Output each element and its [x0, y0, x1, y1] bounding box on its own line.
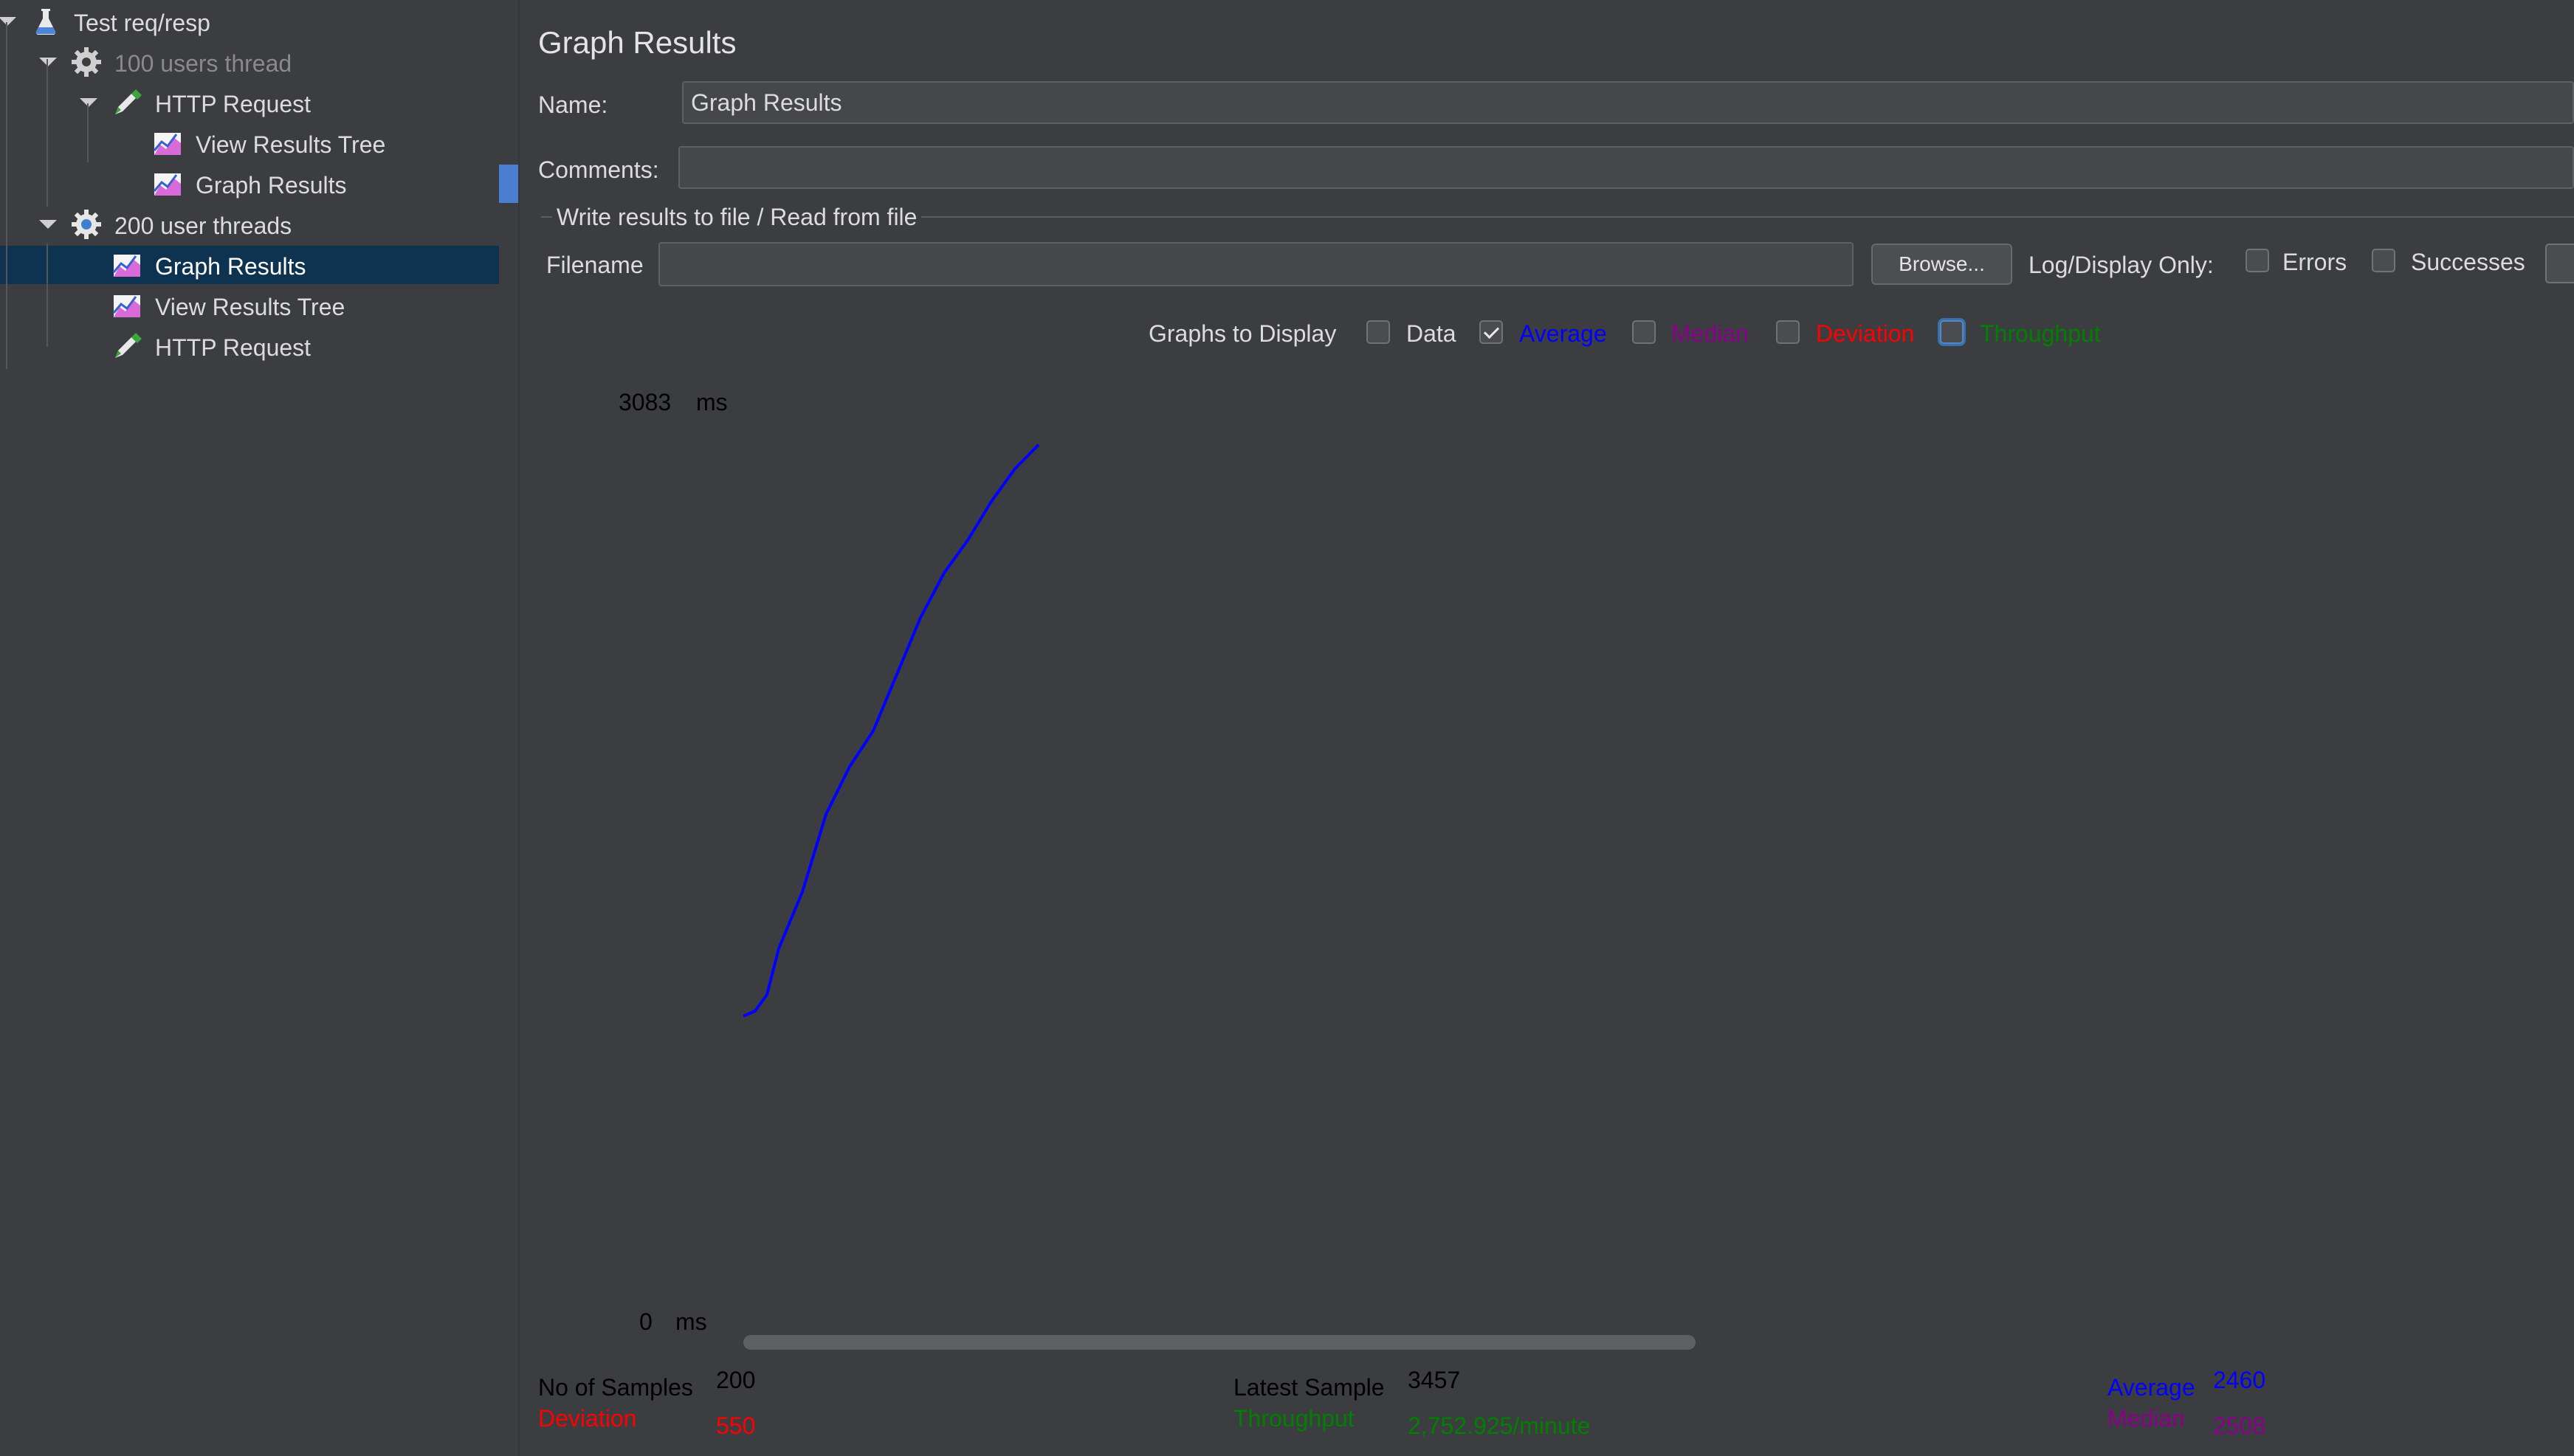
file-section-title: Write results to file / Read from file	[552, 204, 922, 231]
tree-item[interactable]: HTTP Request	[0, 327, 499, 365]
graph-option-checkbox[interactable]	[1632, 320, 1656, 344]
splitter[interactable]	[518, 0, 520, 1456]
successes-checkbox[interactable]	[2372, 249, 2395, 272]
comments-label: Comments:	[538, 156, 659, 183]
flask-icon	[30, 7, 62, 36]
tree-item-label: HTTP Request	[155, 334, 312, 361]
no-samples-value: 200	[716, 1367, 756, 1393]
tree-item-label: View Results Tree	[196, 131, 386, 158]
chart-scrollbar[interactable]	[743, 1335, 1696, 1350]
graphs-to-display-label: Graphs to Display	[1149, 320, 1337, 347]
expand-toggle-icon[interactable]	[0, 2, 21, 41]
tree-guide-line	[87, 103, 89, 162]
tree-item-label: 200 user threads	[114, 213, 292, 239]
tree-item[interactable]: View Results Tree	[0, 124, 499, 162]
tree-item-label: Graph Results	[155, 253, 306, 280]
graph-option-label: Deviation	[1816, 320, 1915, 347]
tree-guide-line	[47, 59, 48, 207]
tree-item-label: 100 users thread	[114, 50, 292, 77]
tree-item[interactable]: 100 users thread	[0, 43, 499, 81]
successes-label: Successes	[2411, 249, 2525, 275]
gear-icon	[70, 210, 103, 239]
tree-item[interactable]: 200 user threads	[0, 205, 499, 244]
median-stat-value: 2508	[2213, 1412, 2266, 1439]
graph-option-label: Data	[1406, 320, 1456, 347]
tree-item-label: View Results Tree	[155, 294, 345, 320]
graph-icon	[111, 291, 143, 320]
tree-selection-marker	[499, 165, 518, 203]
pipette-icon	[111, 88, 143, 117]
tree-guide-line	[6, 22, 7, 369]
tree-item[interactable]: Graph Results	[0, 246, 499, 284]
y-max-unit-label: ms	[696, 389, 728, 415]
graph-option-checkbox[interactable]	[1366, 320, 1390, 344]
errors-checkbox[interactable]	[2246, 249, 2269, 272]
tree-item-label: HTTP Request	[155, 91, 312, 117]
latest-sample-label: Latest Sample	[1233, 1374, 1385, 1401]
name-field[interactable]	[682, 81, 2574, 124]
latest-sample-value: 3457	[1408, 1367, 1461, 1393]
log-display-label: Log/Display Only:	[2028, 252, 2214, 278]
pipette-icon	[111, 331, 143, 361]
filename-field[interactable]	[658, 242, 1854, 286]
graph-icon	[111, 250, 143, 280]
gear-icon	[70, 47, 103, 77]
median-stat-label: Median	[2107, 1405, 2185, 1432]
configure-button[interactable]	[2545, 244, 2574, 283]
throughput-stat-value: 2,752.925/minute	[1408, 1412, 1591, 1439]
average-stat-value: 2460	[2213, 1367, 2266, 1393]
tree-guide-line	[47, 244, 48, 347]
graph-option-label: Median	[1671, 320, 1749, 347]
graph-option-checkbox[interactable]	[1940, 320, 1964, 344]
errors-label: Errors	[2282, 249, 2347, 275]
deviation-stat-value: 550	[716, 1412, 756, 1439]
comments-field[interactable]	[678, 146, 2574, 189]
tree-item[interactable]: Test req/resp	[0, 2, 499, 41]
expand-toggle-icon[interactable]	[75, 83, 102, 122]
y-max-tick-label: 3083	[619, 389, 671, 415]
tree-item[interactable]: HTTP Request	[0, 83, 499, 122]
tree-item[interactable]: Graph Results	[0, 165, 499, 203]
graph-option-checkbox[interactable]	[1776, 320, 1800, 344]
name-label: Name:	[538, 92, 608, 118]
expand-toggle-icon[interactable]	[35, 43, 61, 81]
tree-item-label: Test req/resp	[74, 10, 210, 36]
tree-item-label: Graph Results	[196, 172, 347, 199]
expand-toggle-icon[interactable]	[35, 205, 61, 244]
tree-item[interactable]: View Results Tree	[0, 286, 499, 325]
filename-label: Filename	[546, 252, 644, 278]
graph-option-label: Average	[1519, 320, 1607, 347]
y-min-unit-label: ms	[675, 1308, 707, 1335]
no-samples-label: No of Samples	[538, 1374, 693, 1401]
graph-icon	[151, 128, 184, 158]
average-series-line	[743, 444, 1040, 1018]
throughput-stat-label: Throughput	[1233, 1405, 1355, 1432]
browse-button[interactable]: Browse...	[1871, 244, 2012, 285]
page-title: Graph Results	[538, 25, 737, 60]
test-plan-tree: Test req/resp 100 users thread HTTP Reques…	[0, 0, 499, 1456]
graph-option-label: Throughput	[1980, 320, 2101, 347]
y-min-tick-label: 0	[639, 1308, 653, 1335]
deviation-stat-label: Deviation	[538, 1405, 637, 1432]
average-stat-label: Average	[2107, 1374, 2195, 1401]
graph-icon	[151, 169, 184, 199]
graph-option-checkbox[interactable]	[1479, 320, 1503, 344]
